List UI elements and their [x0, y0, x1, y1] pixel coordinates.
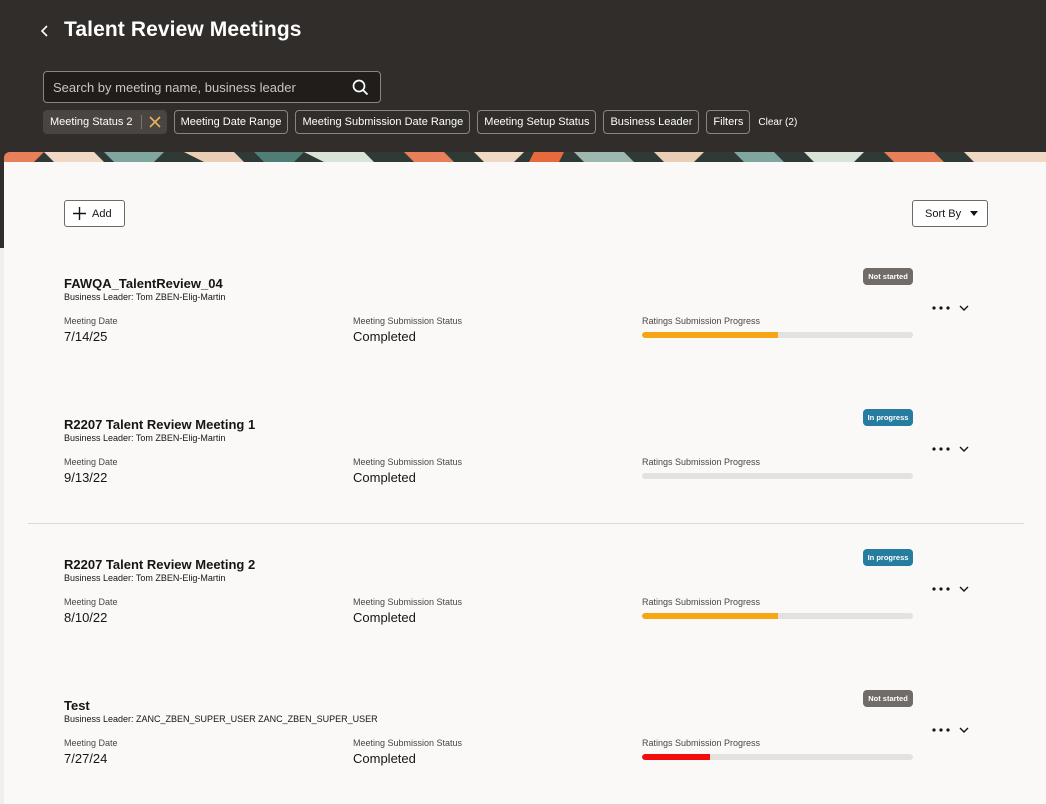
chevron-down-icon[interactable]: [958, 442, 970, 456]
ratings-progress-fill: [642, 754, 710, 760]
submission-status-label: Meeting Submission Status: [353, 316, 463, 326]
meeting-date-value: 7/27/24: [64, 751, 108, 766]
submission-status-label: Meeting Submission Status: [353, 738, 463, 748]
meeting-name[interactable]: FAWQA_TalentReview_04: [64, 276, 223, 291]
meeting-list-item[interactable]: R2207 Talent Review Meeting 1 Business L…: [4, 409, 1046, 537]
submission-status-value: Completed: [353, 751, 416, 766]
ratings-progress-bar: [642, 613, 913, 619]
filter-chip-business-leader[interactable]: Business Leader: [603, 110, 700, 134]
add-button[interactable]: Add: [64, 200, 125, 227]
meeting-date-label: Meeting Date: [64, 738, 118, 748]
ratings-progress-bar: [642, 754, 913, 760]
status-badge: Not started: [863, 268, 913, 285]
meeting-name[interactable]: R2207 Talent Review Meeting 1: [64, 417, 255, 432]
search-input[interactable]: [44, 72, 344, 102]
more-actions-icon[interactable]: [932, 723, 950, 737]
more-actions-icon[interactable]: [932, 442, 950, 456]
chevron-down-icon[interactable]: [958, 301, 970, 315]
remove-filter-button[interactable]: [148, 115, 162, 129]
business-leader: Business Leader: Tom ZBEN-Elig-Martin: [64, 292, 226, 302]
more-actions-icon[interactable]: [932, 301, 950, 315]
filter-chips: Meeting Status 2 Meeting Date Range Meet…: [43, 110, 797, 134]
ratings-progress-fill: [642, 613, 778, 619]
meeting-name[interactable]: R2207 Talent Review Meeting 2: [64, 557, 255, 572]
business-leader: Business Leader: Tom ZBEN-Elig-Martin: [64, 573, 226, 583]
status-badge: Not started: [863, 690, 913, 707]
meeting-date-label: Meeting Date: [64, 457, 118, 467]
meeting-date-label: Meeting Date: [64, 597, 118, 607]
ratings-progress-label: Ratings Submission Progress: [642, 738, 761, 748]
ratings-progress-label: Ratings Submission Progress: [642, 316, 761, 326]
filter-chip-meeting-date-range[interactable]: Meeting Date Range: [173, 110, 289, 134]
ratings-progress-fill: [642, 332, 778, 338]
search-icon[interactable]: [352, 79, 369, 96]
meeting-list-item[interactable]: R2207 Talent Review Meeting 2 Business L…: [4, 549, 1046, 677]
filter-chip-setup-status[interactable]: Meeting Setup Status: [477, 110, 597, 134]
ratings-progress-bar: [642, 332, 913, 338]
meeting-list-item[interactable]: Test Business Leader: ZANC_ZBEN_SUPER_US…: [4, 690, 1046, 804]
caret-down-icon: [970, 211, 979, 216]
plus-icon: [73, 207, 86, 220]
status-badge: In progress: [863, 409, 913, 426]
meeting-list-item[interactable]: FAWQA_TalentReview_04 Business Leader: T…: [4, 268, 1046, 396]
submission-status-value: Completed: [353, 610, 416, 625]
more-actions-icon[interactable]: [932, 582, 950, 596]
business-leader: Business Leader: ZANC_ZBEN_SUPER_USER ZA…: [64, 714, 378, 724]
meeting-date-value: 7/14/25: [64, 329, 108, 344]
chevron-down-icon[interactable]: [958, 723, 970, 737]
page-title: Talent Review Meetings: [64, 18, 302, 41]
meetings-card: Add Sort By FAWQA_TalentReview_04 Busine…: [4, 152, 1046, 804]
ratings-progress-label: Ratings Submission Progress: [642, 457, 761, 467]
submission-status-label: Meeting Submission Status: [353, 457, 463, 467]
back-button[interactable]: [34, 20, 56, 42]
filter-chip-meeting-status[interactable]: Meeting Status 2: [43, 110, 167, 134]
filters-button[interactable]: Filters: [706, 110, 751, 134]
chevron-left-icon: [40, 25, 48, 37]
chip-separator: [140, 115, 142, 129]
ratings-progress-bar: [642, 473, 913, 479]
meeting-date-value: 8/10/22: [64, 610, 108, 625]
list-divider: [28, 523, 1024, 524]
sort-by-button[interactable]: Sort By: [912, 200, 988, 227]
meeting-date-label: Meeting Date: [64, 316, 118, 326]
ratings-progress-label: Ratings Submission Progress: [642, 597, 761, 607]
meeting-name[interactable]: Test: [64, 698, 90, 713]
meeting-date-value: 9/13/22: [64, 470, 108, 485]
chevron-down-icon[interactable]: [958, 582, 970, 596]
status-badge: In progress: [863, 549, 913, 566]
filter-chip-submission-date-range[interactable]: Meeting Submission Date Range: [295, 110, 471, 134]
business-leader: Business Leader: Tom ZBEN-Elig-Martin: [64, 433, 226, 443]
submission-status-label: Meeting Submission Status: [353, 597, 463, 607]
sort-by-label: Sort By: [925, 207, 962, 220]
add-button-label: Add: [92, 207, 112, 220]
submission-status-value: Completed: [353, 329, 416, 344]
search-box[interactable]: [43, 71, 381, 103]
clear-filters-link[interactable]: Clear (2): [758, 117, 797, 128]
submission-status-value: Completed: [353, 470, 416, 485]
chip-label: Meeting Status 2: [50, 116, 133, 128]
close-icon: [148, 116, 161, 128]
decorative-banner: [4, 152, 1046, 162]
